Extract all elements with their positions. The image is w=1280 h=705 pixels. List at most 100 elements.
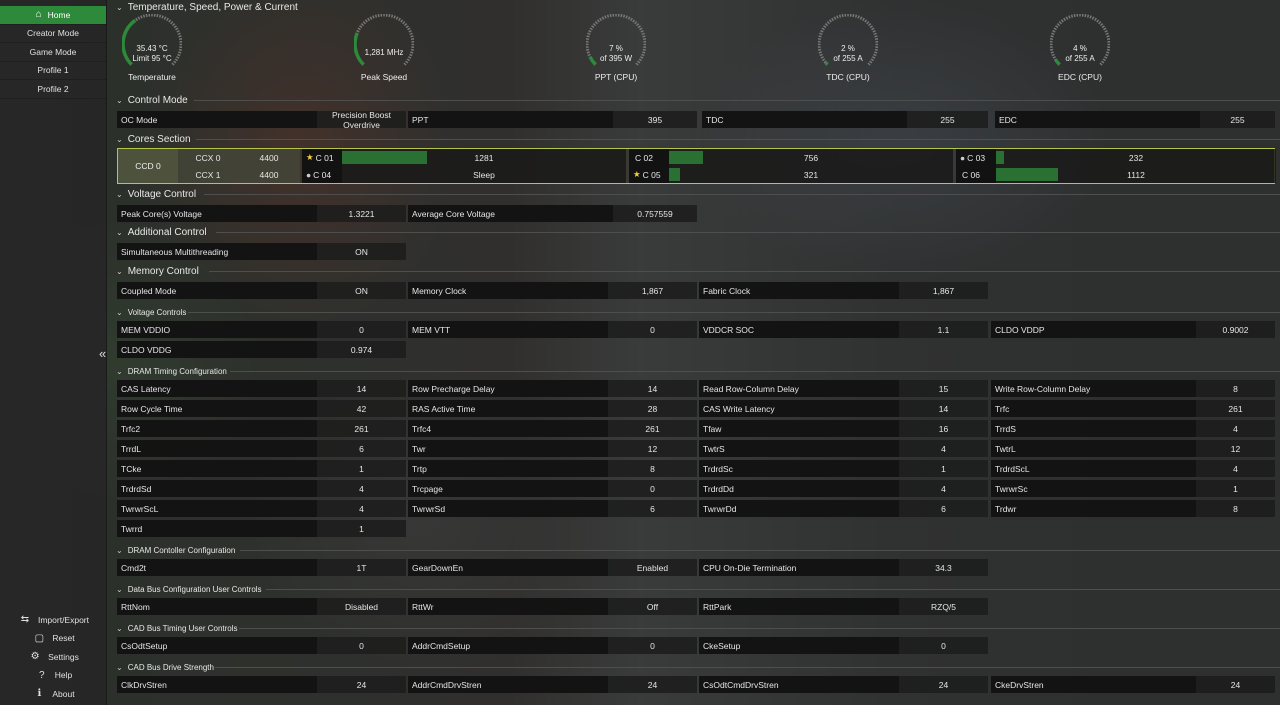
section-dram_ctrl[interactable]: ⌄ DRAM Contoller Configuration	[116, 544, 235, 556]
volt_ctrl-field[interactable]: CLDO VDDG 0.974	[117, 341, 406, 358]
databus-field[interactable]: RttPark RZQ/5	[699, 598, 988, 615]
section-volt_ctrl[interactable]: ⌄ Voltage Controls	[116, 306, 186, 318]
dram-field[interactable]: Read Row-Column Delay 15	[699, 380, 988, 397]
fabric-clock-field[interactable]: Fabric Clock 1,867	[699, 282, 988, 299]
ccx-1: CCX 1 4400	[178, 166, 300, 183]
dram-field[interactable]: TwrwrScL 4	[117, 500, 406, 517]
ppt-field[interactable]: PPT 395	[408, 111, 697, 128]
volt_ctrl-field[interactable]: MEM VDDIO 0	[117, 321, 406, 338]
dram-field[interactable]: Trdwr 8	[991, 500, 1275, 517]
import-export-button[interactable]: ⇆ Import/Export	[0, 611, 107, 630]
section-control-mode[interactable]: ⌄ Control Mode	[116, 94, 188, 106]
core-c05[interactable]: ★ C 05 321	[629, 166, 953, 183]
core-value: 1281	[474, 152, 494, 163]
dram-field[interactable]: TCke 1	[117, 460, 406, 477]
section-databus[interactable]: ⌄ Data Bus Configuration User Controls	[116, 583, 262, 595]
collapse-sidebar-icon[interactable]: «	[99, 346, 106, 361]
edc-field[interactable]: EDC 255	[995, 111, 1275, 128]
section-temperature[interactable]: ⌄ Temperature, Speed, Power & Current	[116, 1, 298, 13]
field-value: 395	[647, 114, 663, 125]
dram-field[interactable]: Trfc4 261	[408, 420, 697, 437]
caddrive-field[interactable]: CkeDrvStren 24	[991, 676, 1275, 693]
section-title: DRAM Contoller Configuration	[127, 545, 236, 555]
dram-field[interactable]: Trtp 8	[408, 460, 697, 477]
core-c04[interactable]: ● C 04 Sleep	[302, 166, 626, 183]
section-memory-control[interactable]: ⌄ Memory Control	[116, 265, 199, 277]
nav-creator-mode[interactable]: Creator Mode	[0, 25, 106, 43]
volt_ctrl-field[interactable]: MEM VTT 0	[408, 321, 697, 338]
coupled-mode-field[interactable]: Coupled Mode ON	[117, 282, 406, 299]
divider	[240, 550, 1280, 551]
dram-field[interactable]: Trfc 261	[991, 400, 1275, 417]
field-value: 6	[650, 503, 655, 514]
field-label: Trfc4	[408, 420, 608, 437]
cadtiming-field[interactable]: CsOdtSetup 0	[117, 637, 406, 654]
settings-label: Settings	[48, 651, 79, 662]
core-c02[interactable]: C 02 756	[629, 149, 953, 166]
field-value: 24	[1230, 679, 1241, 690]
help-button[interactable]: ? Help	[0, 666, 107, 685]
dram-field[interactable]: TrdrdSd 4	[117, 480, 406, 497]
caddrive-field[interactable]: ClkDrvStren 24	[117, 676, 406, 693]
nav-profile-2[interactable]: Profile 2	[0, 80, 106, 99]
core-c01[interactable]: ★ C 01 1281	[302, 149, 626, 166]
section-voltage-control[interactable]: ⌄ Voltage Control	[116, 188, 196, 200]
core-c06[interactable]: C 06 1112	[956, 166, 1276, 183]
about-label: About	[52, 688, 75, 699]
section-cadtiming[interactable]: ⌄ CAD Bus Timing User Controls	[116, 622, 238, 634]
field-value: 4	[1233, 463, 1238, 474]
volt_ctrl-field[interactable]: VDDCR SOC 1.1	[699, 321, 988, 338]
dram-field[interactable]: Twr 12	[408, 440, 697, 457]
tdc-field[interactable]: TDC 255	[702, 111, 988, 128]
dram-field[interactable]: Twrrd 1	[117, 520, 406, 537]
ccx-frequency: 4400	[259, 152, 279, 163]
section-additional-control[interactable]: ⌄ Additional Control	[116, 226, 207, 238]
dram-field[interactable]: Trcpage 0	[408, 480, 697, 497]
field-value: 4	[359, 503, 364, 514]
section-cores[interactable]: ⌄ Cores Section	[116, 133, 191, 145]
dram-field[interactable]: TwrwrSc 1	[991, 480, 1275, 497]
dram-field[interactable]: TwrwrDd 6	[699, 500, 988, 517]
dram-field[interactable]: TrdrdScL 4	[991, 460, 1275, 477]
settings-button[interactable]: ⚙ Settings	[0, 648, 107, 667]
section-dram_timing[interactable]: ⌄ DRAM Timing Configuration	[116, 365, 227, 377]
reset-button[interactable]: ▢ Reset	[0, 629, 107, 648]
memory-clock-field[interactable]: Memory Clock 1,867	[408, 282, 697, 299]
caddrive-field[interactable]: CsOdtCmdDrvStren 24	[699, 676, 988, 693]
nav-game-mode[interactable]: Game Mode	[0, 43, 106, 62]
dram_ctrl-field[interactable]: GearDownEn Enabled	[408, 559, 697, 576]
oc-mode-field[interactable]: OC Mode Precision Boost Overdrive	[117, 110, 406, 130]
dram-field[interactable]: RAS Active Time 28	[408, 400, 697, 417]
dram-field[interactable]: Row Precharge Delay 14	[408, 380, 697, 397]
caddrive-field[interactable]: AddrCmdDrvStren 24	[408, 676, 697, 693]
dram-field[interactable]: TwtrS 4	[699, 440, 988, 457]
cadtiming-field[interactable]: CkeSetup 0	[699, 637, 988, 654]
core-value: 1112	[1127, 169, 1145, 180]
about-button[interactable]: ℹ About	[0, 685, 107, 704]
volt_ctrl-field[interactable]: CLDO VDDP 0.9002	[991, 321, 1275, 338]
dram-field[interactable]: Trfc2 261	[117, 420, 406, 437]
field-label: CsOdtSetup	[117, 637, 317, 654]
core-c03[interactable]: ● C 03 232	[956, 149, 1276, 166]
databus-field[interactable]: RttNom Disabled	[117, 598, 406, 615]
section-caddrive[interactable]: ⌄ CAD Bus Drive Strength	[116, 661, 214, 673]
dram-field[interactable]: Write Row-Column Delay 8	[991, 380, 1275, 397]
field-value: 24	[647, 679, 658, 690]
dram-field[interactable]: Tfaw 16	[699, 420, 988, 437]
dram-field[interactable]: TwrwrSd 6	[408, 500, 697, 517]
dram-field[interactable]: TrdrdDd 4	[699, 480, 988, 497]
dram_ctrl-field[interactable]: CPU On-Die Termination 34.3	[699, 559, 988, 576]
dram-field[interactable]: Row Cycle Time 42	[117, 400, 406, 417]
dram_ctrl-field[interactable]: Cmd2t 1T	[117, 559, 406, 576]
dram-field[interactable]: TrrdL 6	[117, 440, 406, 457]
databus-field[interactable]: RttWr Off	[408, 598, 697, 615]
nav-profile-1[interactable]: Profile 1	[0, 62, 106, 80]
smt-field[interactable]: Simultaneous Multithreading ON	[117, 243, 406, 260]
cadtiming-field[interactable]: AddrCmdSetup 0	[408, 637, 697, 654]
dram-field[interactable]: TrdrdSc 1	[699, 460, 988, 477]
dram-field[interactable]: TrrdS 4	[991, 420, 1275, 437]
dram-field[interactable]: CAS Latency 14	[117, 380, 406, 397]
dram-field[interactable]: CAS Write Latency 14	[699, 400, 988, 417]
dram-field[interactable]: TwtrL 12	[991, 440, 1275, 457]
nav-home[interactable]: ⌂ Home	[0, 6, 106, 25]
